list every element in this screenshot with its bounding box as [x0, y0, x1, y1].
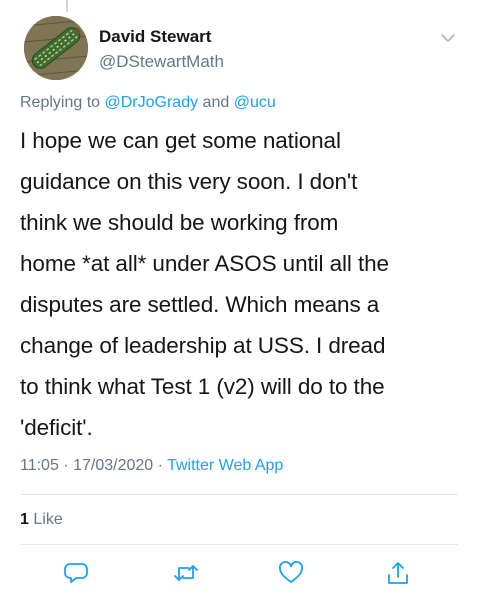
- share-icon: [388, 562, 408, 584]
- tweet-date[interactable]: 17/03/2020: [73, 457, 153, 474]
- tweet-time[interactable]: 11:05: [20, 457, 59, 474]
- replying-and: and: [202, 94, 230, 111]
- author-handle[interactable]: @DStewartMath: [99, 52, 224, 72]
- chevron-down-icon: [441, 34, 455, 42]
- mention-link-1[interactable]: @DrJoGrady: [105, 94, 199, 111]
- meta-separator: ·: [157, 457, 163, 474]
- reply-button[interactable]: [63, 560, 89, 586]
- tweet-source-link[interactable]: Twitter Web App: [167, 457, 283, 474]
- replying-to-line: Replying to @DrJoGrady and @ucu: [20, 94, 276, 112]
- meta-separator: ·: [63, 457, 69, 474]
- tweet-text: I hope we can get some national guidance…: [20, 120, 460, 448]
- tweet-text-line: think we should be working from: [20, 210, 339, 235]
- like-count: 1: [20, 511, 29, 528]
- thread-connector-line: [66, 0, 68, 12]
- divider: [20, 544, 458, 545]
- divider: [20, 494, 458, 495]
- like-label: Like: [33, 511, 63, 528]
- likes-count-link[interactable]: 1 Like: [20, 511, 63, 529]
- tweet-text-line: to think what Test 1 (v2) will do to the: [20, 374, 385, 399]
- tweet-text-line: guidance on this very soon. I don't: [20, 169, 358, 194]
- tweet-metadata: 11:05 · 17/03/2020 · Twitter Web App: [20, 457, 283, 475]
- mention-link-2[interactable]: @ucu: [234, 94, 276, 111]
- author-name[interactable]: David Stewart: [99, 27, 211, 47]
- replying-prefix: Replying to: [20, 94, 101, 111]
- reply-icon: [64, 563, 88, 583]
- retweet-icon: [174, 565, 198, 581]
- like-button[interactable]: [278, 560, 304, 586]
- avatar[interactable]: [24, 16, 88, 80]
- avatar-image: [24, 16, 88, 80]
- more-options-button[interactable]: [438, 28, 458, 48]
- tweet-text-line: I hope we can get some national: [20, 128, 341, 153]
- heart-icon: [279, 561, 303, 583]
- tweet-text-line: home *at all* under ASOS until all the: [20, 251, 389, 276]
- share-button[interactable]: [385, 560, 411, 586]
- tweet-text-line: disputes are settled. Which means a: [20, 292, 380, 317]
- retweet-button[interactable]: [173, 560, 199, 586]
- tweet-text-line: 'deficit'.: [20, 415, 93, 440]
- tweet-text-line: change of leadership at USS. I dread: [20, 333, 386, 358]
